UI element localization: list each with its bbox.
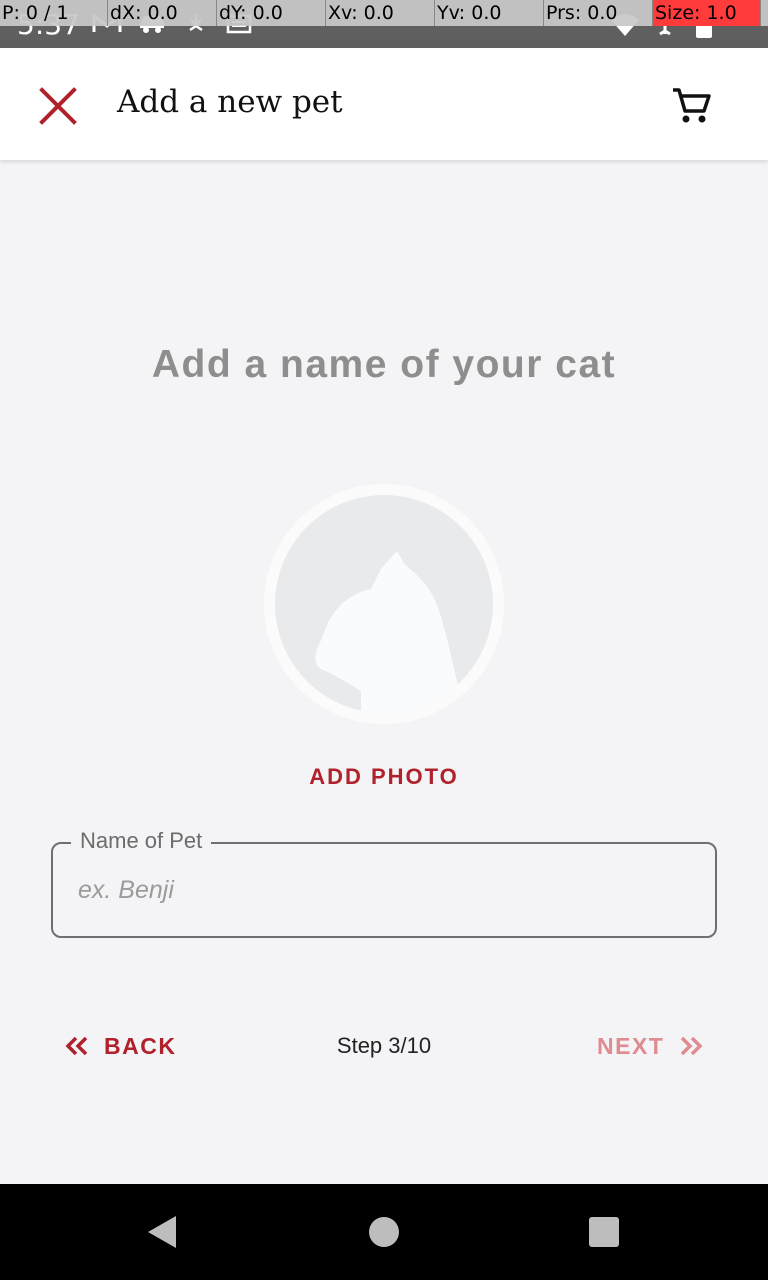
cart-icon — [673, 88, 711, 123]
next-button[interactable]: NEXT — [597, 1028, 704, 1064]
close-icon — [39, 87, 77, 125]
debug-xv: Xv: 0.0 — [326, 0, 435, 26]
nav-back-icon[interactable] — [146, 1215, 178, 1249]
nav-home-icon[interactable] — [369, 1217, 399, 1247]
close-button[interactable] — [30, 78, 86, 134]
name-of-pet-field: Name of Pet — [51, 828, 717, 938]
debug-yv: Yv: 0.0 — [435, 0, 544, 26]
cart-button[interactable] — [664, 78, 720, 134]
cat-silhouette-icon — [315, 551, 459, 713]
nav-recents-icon[interactable] — [589, 1217, 619, 1247]
pointer-debug-overlay: P: 0 / 1 dX: 0.0 dY: 0.0 Xv: 0.0 Yv: 0.0… — [0, 0, 768, 26]
step-heading: Add a name of your cat — [151, 343, 617, 386]
photo-inner — [275, 495, 493, 713]
debug-dx: dX: 0.0 — [108, 0, 217, 26]
pet-photo-placeholder[interactable] — [264, 484, 504, 724]
debug-prs: Prs: 0.0 — [544, 0, 653, 26]
name-of-pet-input[interactable] — [78, 868, 678, 912]
debug-dy: dY: 0.0 — [217, 0, 326, 26]
next-label: NEXT — [597, 1032, 665, 1059]
debug-size: Size: 1.0 — [653, 0, 761, 26]
add-photo-button[interactable]: ADD PHOTO — [0, 764, 768, 790]
page-title: Add a new pet — [117, 84, 343, 120]
debug-pointer: P: 0 / 1 — [0, 0, 108, 26]
name-of-pet-label: Name of Pet — [71, 828, 212, 854]
app-bar: Add a new pet — [0, 48, 768, 160]
double-chevron-right-icon — [681, 1036, 703, 1056]
